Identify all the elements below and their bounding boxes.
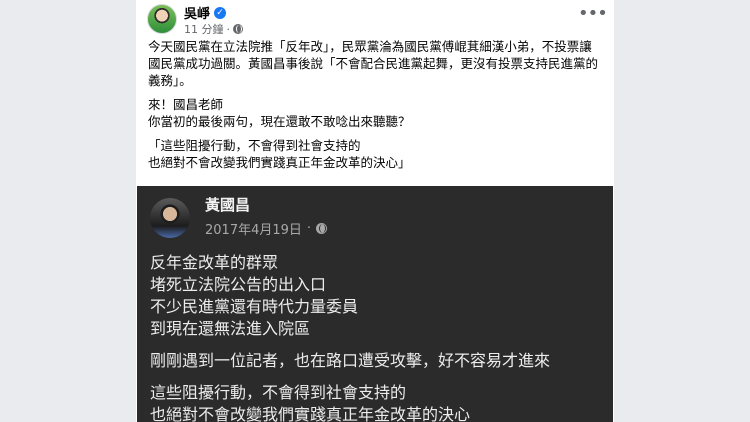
verified-badge-icon: ✓ [214,6,227,19]
embedded-paragraph: 反年金改革的群眾 堵死立法院公告的出入口 不少民進黨還有時代力量委員 到現在還無… [150,253,359,338]
embedded-post-meta: 2017年4月19日 · [205,219,328,238]
embedded-paragraph: 剛剛遇到一位記者，也在路口遭受攻擊，好不容易才進來 [150,351,551,370]
embedded-post-date: 2017年4月19日 [205,223,302,238]
more-options-icon[interactable]: ••• [578,5,608,27]
globe-icon [316,223,328,234]
embedded-screenshot: 黃國昌 2017年4月19日 · 反年金改革的群眾 堵死立法院公告的出入口 不少… [137,186,613,422]
meta-separator: · [306,221,312,236]
post-paragraph: 「這些阻擾行動，不會得到社會支持的 也絕對不會改變我們實踐真正年金改革的決心」 [148,138,411,170]
embedded-post-body: 反年金改革的群眾 堵死立法院公告的出入口 不少民進黨還有時代力量委員 到現在還無… [150,252,605,422]
meta-separator: · [226,22,231,36]
embedded-author-avatar [150,198,190,238]
author-row: 吳崢 ✓ [184,3,227,22]
globe-icon [233,24,243,34]
author-name[interactable]: 吳崢 [184,3,210,22]
post-time[interactable]: 11 分鐘 [184,21,224,37]
author-avatar[interactable] [147,4,177,34]
post-paragraph: 來！國昌老師 你當初的最後兩句，現在還敢不敢唸出來聽聽？ [148,97,411,129]
facebook-post-card: 吳崢 ✓ 11 分鐘 · ••• 今天國民黨在立法院推「反年改」，民眾黨淪為國民… [136,0,614,422]
embedded-author-name: 黃國昌 [205,196,251,214]
post-paragraph: 今天國民黨在立法院推「反年改」，民眾黨淪為國民黨傅崐萁細漢小弟，不投票讓國民黨成… [148,39,599,88]
embedded-paragraph: 這些阻擾行動，不會得到社會支持的 也絕對不會改變我們實踐真正年金改革的決心 [150,383,471,422]
post-body: 今天國民黨在立法院推「反年改」，民眾黨淪為國民黨傅崐萁細漢小弟，不投票讓國民黨成… [148,38,604,178]
post-meta: 11 分鐘 · [184,21,243,37]
